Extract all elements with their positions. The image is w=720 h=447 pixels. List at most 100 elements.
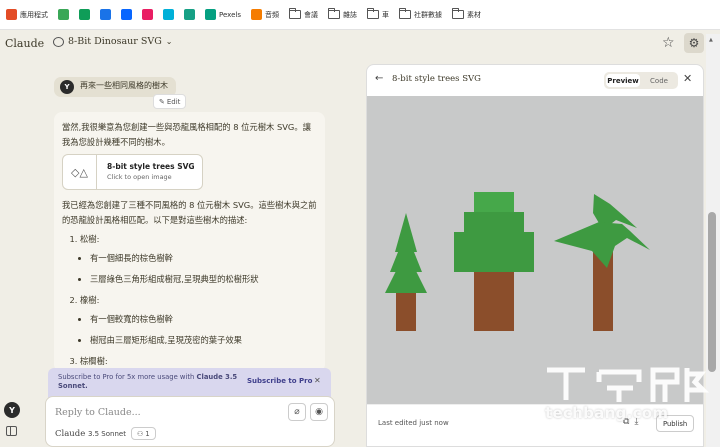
reply-input[interactable]: Reply to Claude... bbox=[55, 407, 141, 418]
sheets-icon bbox=[79, 9, 90, 20]
edit-label: Edit bbox=[166, 97, 181, 106]
shapes-icon: ◇△ bbox=[63, 155, 97, 189]
oak-crown-bottom bbox=[454, 232, 534, 272]
attachment-count-value: 1 bbox=[145, 429, 150, 438]
list-item-title: 棕櫚樹: bbox=[80, 356, 108, 366]
composer: Reply to Claude... ⌀ ◉ Claude 3.5 Sonnet… bbox=[45, 396, 335, 447]
artifact-card-title: 8-bit style trees SVG bbox=[107, 162, 195, 171]
bookmark-item[interactable] bbox=[77, 5, 92, 25]
bookmark-label: 應用程式 bbox=[20, 10, 48, 19]
sliders-icon: ⚙ bbox=[688, 36, 700, 50]
paperclip-icon: ⌀ bbox=[294, 407, 300, 417]
close-panel-icon[interactable]: ✕ bbox=[683, 72, 692, 85]
bookmark-item[interactable]: 素材 bbox=[450, 5, 483, 25]
settings-sliders-button[interactable]: ⚙ bbox=[684, 33, 704, 53]
pexels-icon bbox=[205, 9, 216, 20]
notion-icon bbox=[184, 9, 195, 20]
svg-preview-canvas bbox=[367, 96, 703, 404]
bookmark-label: 社群數據 bbox=[413, 10, 442, 19]
oak-crown-mid bbox=[464, 212, 524, 233]
bookmark-item[interactable] bbox=[140, 5, 155, 25]
tab-code[interactable]: Code bbox=[642, 74, 676, 87]
subscribe-button[interactable]: Subscribe to Pro bbox=[247, 377, 312, 386]
bookmarks-bar: 應用程式 Pexels 音頻 會議 雜誌 車 社群數據 素材 bbox=[0, 0, 720, 30]
camera-icon: ◉ bbox=[315, 407, 323, 417]
last-edited-text: Last edited just now bbox=[378, 419, 449, 427]
artifact-panel: ← 8-bit style trees SVG Preview Code ✕ L… bbox=[366, 64, 704, 447]
bookmark-item[interactable] bbox=[56, 5, 71, 25]
chevron-down-icon: ⌄ bbox=[165, 37, 173, 46]
bookmark-item[interactable]: 車 bbox=[365, 5, 391, 25]
puzzle-icon bbox=[58, 9, 69, 20]
attachment-count[interactable]: ⚇ 1 bbox=[131, 427, 156, 440]
folder-icon bbox=[451, 8, 464, 19]
pencil-icon: ✎ bbox=[159, 97, 165, 106]
bookmark-item[interactable] bbox=[98, 5, 113, 25]
app-logo[interactable]: Claude bbox=[5, 37, 44, 50]
list-item-title: 橡樹: bbox=[80, 295, 100, 305]
list-item: 松樹: 有一個細長的棕色樹幹三層綠色三角形組成樹冠,呈現典型的松樹形狀 bbox=[80, 232, 317, 287]
bookmark-item[interactable]: 音頻 bbox=[249, 5, 281, 25]
model-selector[interactable]: Claude 3.5 Sonnet bbox=[55, 429, 126, 439]
assistant-paragraph: 我已經為您創建了三種不同風格的 8 位元樹木 SVG。這些樹木與之前的恐龍設計風… bbox=[62, 200, 317, 225]
folder-icon bbox=[398, 8, 411, 19]
star-icon[interactable]: ☆ bbox=[662, 35, 675, 51]
back-arrow-icon[interactable]: ← bbox=[375, 73, 383, 84]
palm-frond-left bbox=[554, 222, 650, 268]
chat-title: 8-Bit Dinosaur SVG bbox=[68, 36, 162, 47]
apps-grid-icon bbox=[6, 9, 17, 20]
bookmark-item[interactable]: 雜誌 bbox=[326, 5, 359, 25]
bookmark-item[interactable] bbox=[182, 5, 197, 25]
app-icon bbox=[163, 9, 174, 20]
artifact-card-subtitle: Click to open image bbox=[107, 173, 172, 181]
bookmark-label: 會議 bbox=[303, 10, 318, 19]
bookmark-label: 車 bbox=[381, 10, 389, 19]
bookmark-label: 雜誌 bbox=[342, 10, 357, 19]
bookmark-item[interactable]: 應用程式 bbox=[4, 5, 50, 25]
artifact-panel-title: 8-bit style trees SVG bbox=[392, 74, 481, 84]
assistant-intro: 當然,我很樂意為您創建一些與恐龍風格相配的 8 位元樹木 SVG。讓我為您設計幾… bbox=[62, 122, 311, 147]
list-subitem: 樹冠由三層矩形組成,呈現茂密的葉子效果 bbox=[90, 333, 317, 348]
assistant-message: 當然,我很樂意為您創建一些與恐龍風格相配的 8 位元樹木 SVG。讓我為您設計幾… bbox=[54, 112, 325, 372]
view-toggle: Preview Code bbox=[604, 72, 678, 89]
model-version: 3.5 Sonnet bbox=[87, 430, 126, 438]
person-icon: ⚇ bbox=[137, 429, 144, 438]
bookmark-item[interactable] bbox=[161, 5, 176, 25]
oak-crown-top bbox=[474, 192, 514, 213]
list-item-title: 松樹: bbox=[80, 234, 100, 244]
pro-promo-banner: Subscribe to Pro for 5x more usage with … bbox=[48, 368, 331, 398]
oak-tree bbox=[454, 192, 534, 331]
chat-title-menu[interactable]: 8-Bit Dinosaur SVG ⌄ bbox=[53, 36, 172, 47]
scrollbar-thumb[interactable] bbox=[708, 212, 716, 372]
c-logo-icon bbox=[100, 9, 111, 20]
promo-text-c: Sonnet. bbox=[58, 382, 88, 390]
bookmark-item[interactable] bbox=[119, 5, 134, 25]
list-item: 橡樹: 有一個較寬的棕色樹幹樹冠由三層矩形組成,呈現茂密的葉子效果 bbox=[80, 293, 317, 348]
close-icon[interactable]: ✕ bbox=[314, 376, 321, 385]
edit-button[interactable]: ✎ Edit bbox=[153, 94, 187, 109]
list-subitem: 有一個較寬的棕色樹幹 bbox=[90, 312, 317, 327]
music-icon bbox=[142, 9, 153, 20]
tab-preview[interactable]: Preview bbox=[606, 74, 640, 87]
screenshot-button[interactable]: ◉ bbox=[310, 403, 328, 421]
scroll-up-arrow-icon[interactable]: ▲ bbox=[709, 37, 713, 43]
artifact-card[interactable]: ◇△ 8-bit style trees SVG Click to open i… bbox=[62, 154, 203, 190]
bookmark-label: Pexels bbox=[219, 10, 241, 19]
attach-button[interactable]: ⌀ bbox=[288, 403, 306, 421]
trees-svg bbox=[385, 192, 650, 331]
meta-icon bbox=[121, 9, 132, 20]
palm-tree bbox=[554, 194, 650, 331]
bookmark-item[interactable]: 社群數據 bbox=[397, 5, 444, 25]
folder-icon bbox=[327, 8, 340, 19]
promo-text-b: Claude 3.5 bbox=[196, 373, 238, 381]
bookmark-label: 素材 bbox=[466, 10, 481, 19]
bookmark-item[interactable]: Pexels bbox=[203, 5, 243, 25]
list-subitem: 三層綠色三角形組成樹冠,呈現典型的松樹形狀 bbox=[90, 272, 317, 287]
pine-tree bbox=[385, 213, 427, 331]
bookmark-label: 音頻 bbox=[264, 10, 279, 19]
folder-icon bbox=[366, 8, 379, 19]
sidebar-toggle-icon[interactable] bbox=[6, 426, 17, 436]
user-message-text: 再來一些相同風格的樹木 bbox=[80, 81, 168, 90]
account-avatar[interactable]: Y bbox=[4, 402, 20, 418]
bookmark-item[interactable]: 會議 bbox=[287, 5, 320, 25]
